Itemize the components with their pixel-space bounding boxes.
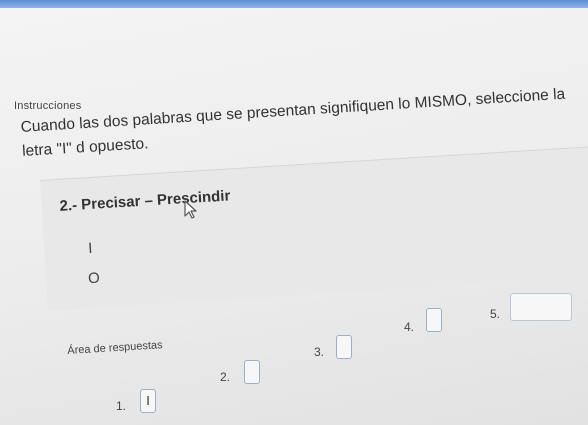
answer-slot-5: 5. bbox=[490, 293, 572, 323]
option-i[interactable]: I bbox=[88, 240, 93, 257]
answer-slot-2: 2. bbox=[220, 360, 260, 386]
answer-box-2[interactable] bbox=[244, 360, 260, 384]
answer-box-4[interactable] bbox=[426, 308, 442, 332]
answer-number: 1. bbox=[116, 399, 127, 413]
answer-box-3[interactable] bbox=[336, 335, 352, 359]
answer-number: 2. bbox=[220, 370, 231, 384]
answer-slot-4: 4. bbox=[404, 308, 442, 336]
mouse-pointer-icon bbox=[184, 200, 197, 219]
answer-box-1[interactable]: I bbox=[140, 389, 156, 413]
answer-number: 4. bbox=[404, 320, 415, 334]
answer-box-5[interactable] bbox=[510, 293, 572, 321]
answer-slot-3: 3. bbox=[314, 335, 352, 361]
answer-slot-1: 1. I bbox=[116, 389, 156, 415]
question-title: 2.- Precisar – Prescindir bbox=[59, 187, 231, 215]
option-o[interactable]: O bbox=[88, 270, 101, 288]
instructions-heading: Instrucciones bbox=[14, 100, 82, 112]
answer-number: 5. bbox=[490, 307, 501, 321]
answer-number: 3. bbox=[314, 345, 325, 359]
window-top-bar bbox=[0, 0, 588, 8]
